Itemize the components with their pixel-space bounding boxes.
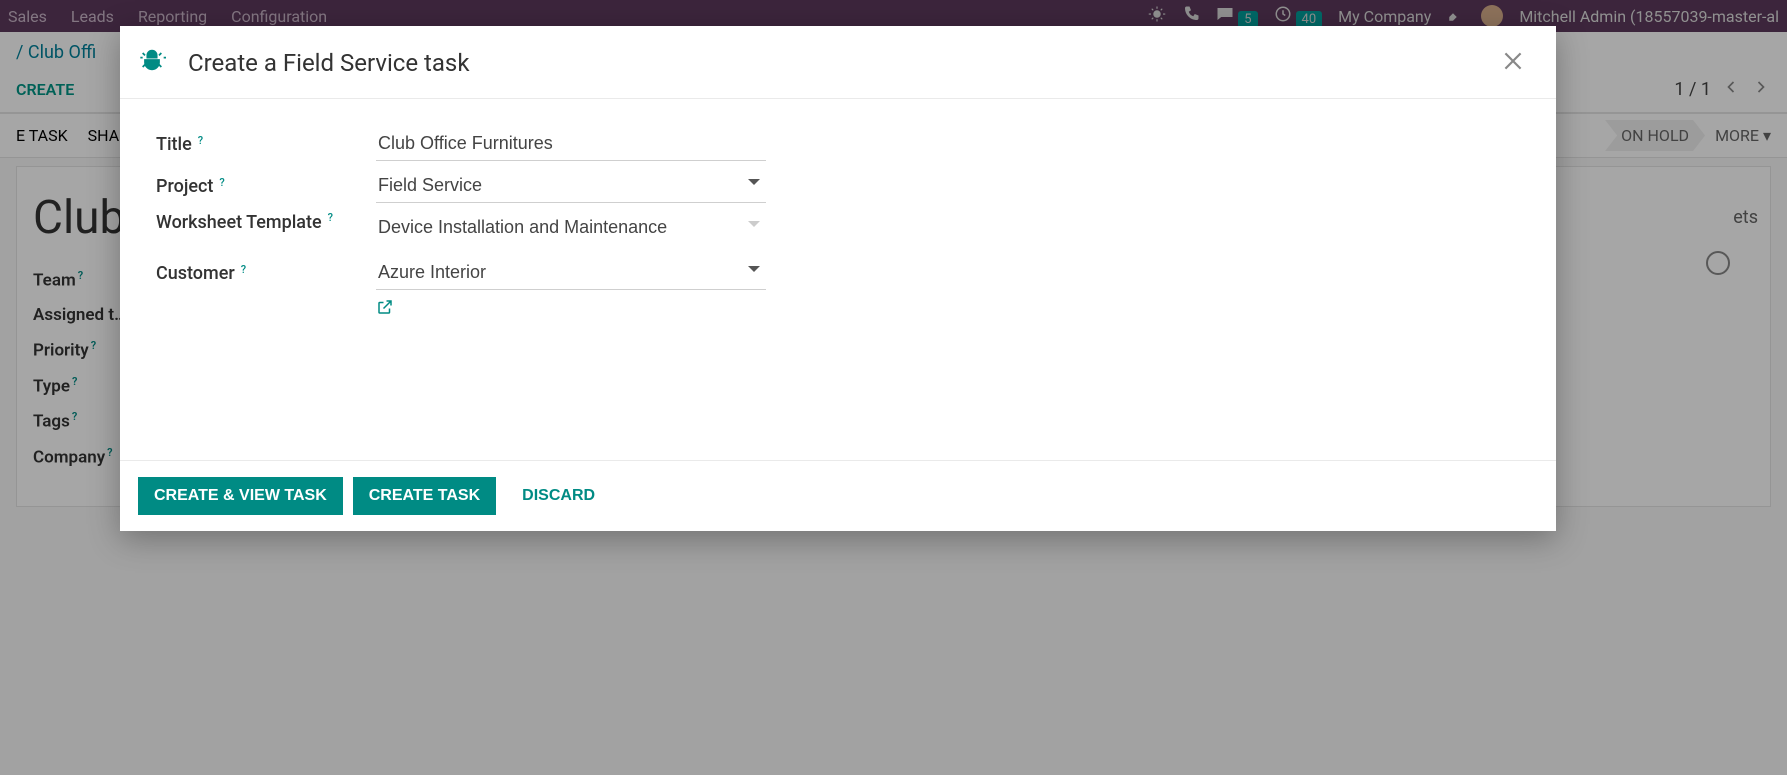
create-task-button[interactable]: CREATE TASK	[353, 477, 496, 515]
external-link-icon[interactable]	[376, 298, 394, 321]
field-label-title: Title	[156, 134, 192, 155]
customer-field[interactable]	[376, 256, 766, 290]
close-icon[interactable]	[1500, 48, 1526, 78]
field-label-customer: Customer	[156, 263, 235, 284]
discard-button[interactable]: DISCARD	[506, 477, 611, 515]
modal-title: Create a Field Service task	[188, 49, 469, 77]
project-field[interactable]	[376, 169, 766, 203]
create-task-modal: Create a Field Service task Title? Proje…	[120, 26, 1556, 531]
field-label-worksheet: Worksheet Template	[156, 211, 322, 234]
chevron-down-icon[interactable]	[748, 221, 760, 227]
chevron-down-icon[interactable]	[748, 266, 760, 272]
title-field[interactable]	[376, 127, 766, 161]
worksheet-field[interactable]	[376, 211, 766, 244]
chevron-down-icon[interactable]	[748, 179, 760, 185]
field-label-project: Project	[156, 176, 213, 197]
create-view-task-button[interactable]: CREATE & VIEW TASK	[138, 477, 343, 515]
bug-icon	[138, 46, 166, 80]
